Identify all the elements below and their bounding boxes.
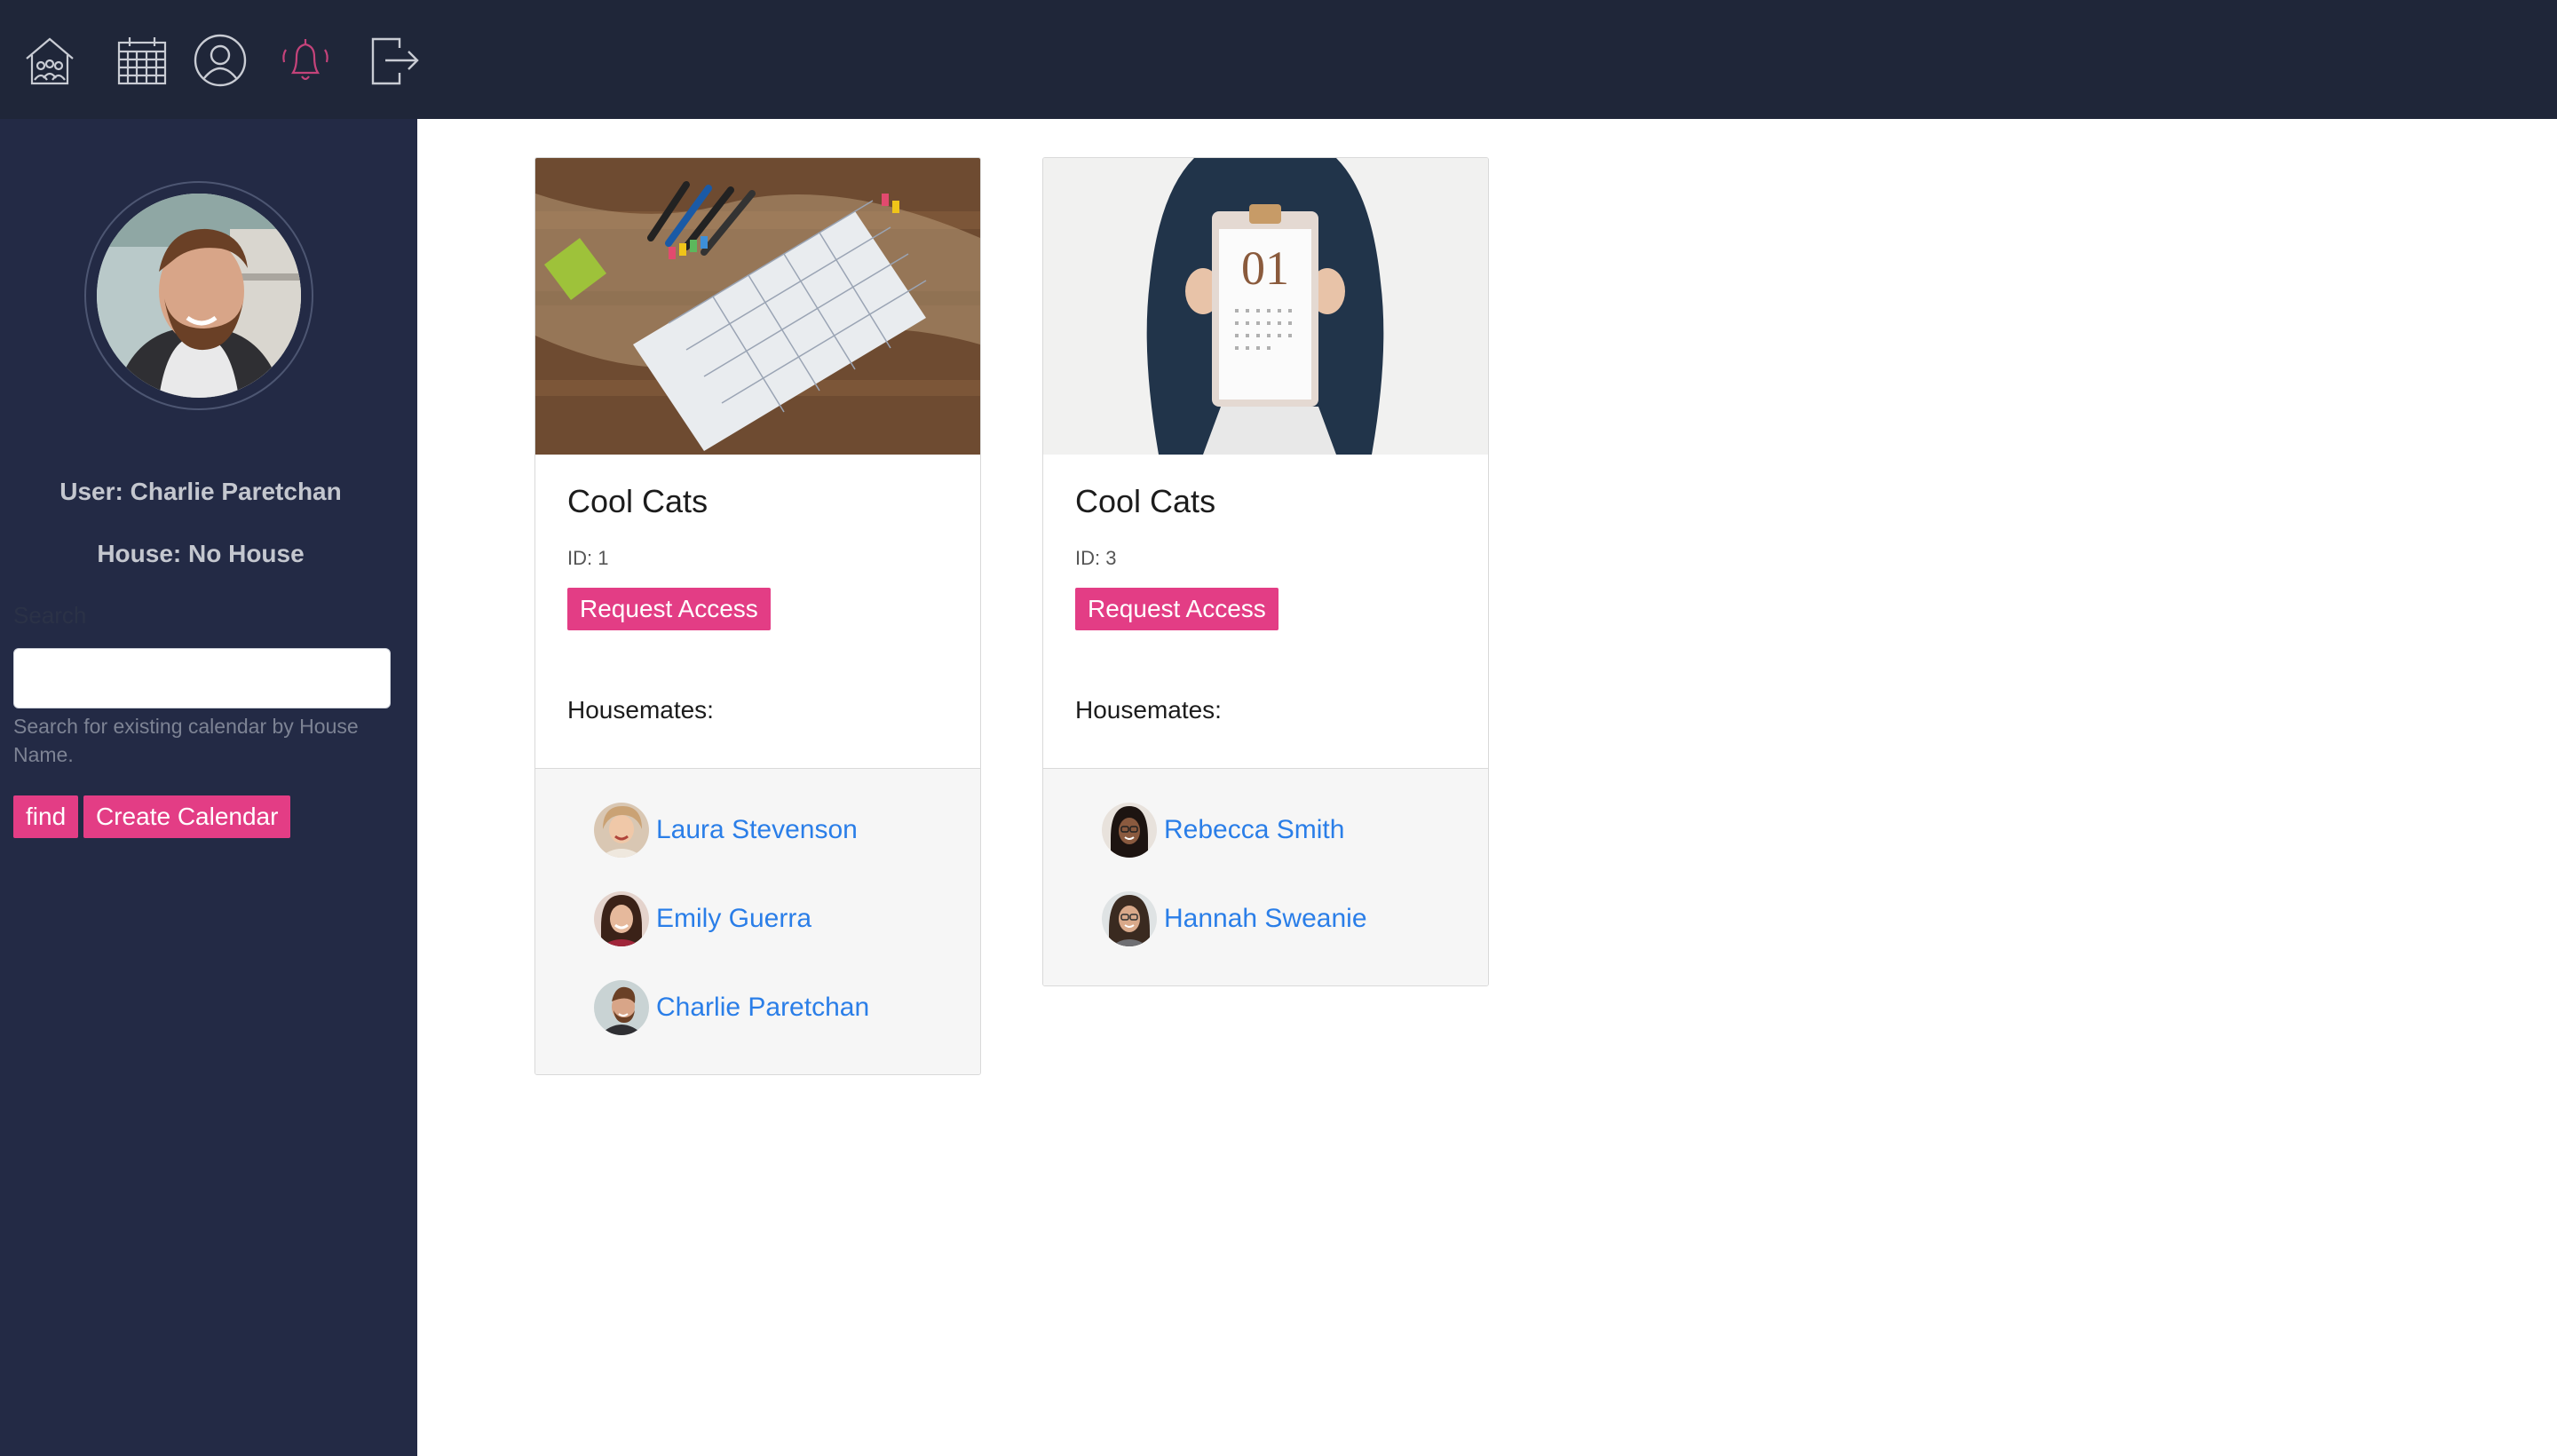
housemate-item[interactable]: Laura Stevenson <box>594 803 858 858</box>
housemate-avatar <box>1102 803 1157 858</box>
search-label: Search <box>13 602 87 629</box>
card-id: ID: 3 <box>1075 547 1117 569</box>
card-body: Cool Cats ID: 1 Request Access Housemate… <box>535 455 980 769</box>
house-name-label: House: No House <box>97 540 305 567</box>
search-help-text: Search for existing calendar by House Na… <box>13 715 359 766</box>
housemate-name[interactable]: Hannah Sweanie <box>1164 904 1367 934</box>
housemate-avatar <box>1102 891 1157 946</box>
housemate-item[interactable]: Charlie Paretchan <box>594 980 869 1035</box>
housemate-avatar <box>594 803 649 858</box>
housemate-item[interactable]: Hannah Sweanie <box>1102 891 1367 946</box>
housemate-avatar <box>594 891 649 946</box>
housemates-label: Housemates: <box>567 696 714 724</box>
find-button[interactable]: find <box>13 795 79 838</box>
card-image-clipboard: 01 <box>1043 158 1488 455</box>
search-input[interactable] <box>13 648 391 708</box>
card-body: Cool Cats ID: 3 Request Access Housemate… <box>1043 455 1488 769</box>
housemate-name[interactable]: Emily Guerra <box>656 904 811 934</box>
top-nav-bar <box>0 0 2557 119</box>
logout-icon[interactable] <box>366 32 423 89</box>
card-title: Cool Cats <box>567 483 709 519</box>
housemate-name[interactable]: Rebecca Smith <box>1164 815 1344 845</box>
housemates-list: Laura Stevenson Emily Guerra Charlie Par… <box>535 769 980 1074</box>
bell-icon[interactable] <box>277 32 334 89</box>
housemate-item[interactable]: Rebecca Smith <box>1102 803 1344 858</box>
housemate-avatar <box>594 980 649 1035</box>
sidebar: User: Charlie Paretchan House: No House … <box>0 119 417 1456</box>
profile-avatar <box>84 181 313 410</box>
housemates-list: Rebecca Smith Hannah Sweanie <box>1043 769 1488 985</box>
request-access-button[interactable]: Request Access <box>567 588 771 630</box>
calendar-icon[interactable] <box>114 32 170 89</box>
card-id: ID: 1 <box>567 547 609 569</box>
card-title: Cool Cats <box>1075 483 1216 519</box>
housemate-name[interactable]: Charlie Paretchan <box>656 993 869 1023</box>
profile-photo <box>97 194 301 398</box>
housemate-item[interactable]: Emily Guerra <box>594 891 811 946</box>
user-name-label: User: Charlie Paretchan <box>59 478 342 505</box>
user-icon[interactable] <box>192 32 249 89</box>
create-calendar-button[interactable]: Create Calendar <box>83 795 291 838</box>
housemate-name[interactable]: Laura Stevenson <box>656 815 858 845</box>
house-card: 01 Cool Cats ID: 3 Request Access Housem… <box>1042 157 1489 986</box>
house-icon[interactable] <box>21 32 78 89</box>
request-access-button[interactable]: Request Access <box>1075 588 1278 630</box>
svg-text:01: 01 <box>1241 241 1289 295</box>
housemates-label: Housemates: <box>1075 696 1222 724</box>
house-card: Cool Cats ID: 1 Request Access Housemate… <box>534 157 981 1075</box>
card-image-planner <box>535 158 980 455</box>
